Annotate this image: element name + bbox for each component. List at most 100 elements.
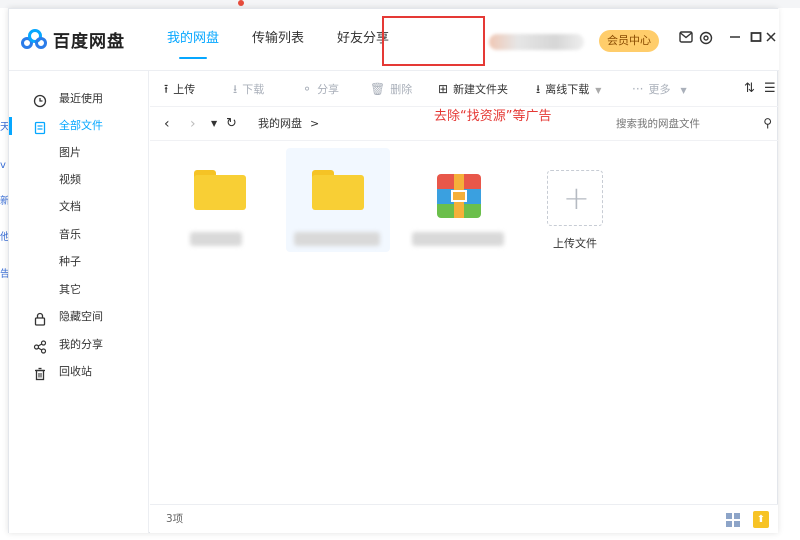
sidebar-item-docs[interactable]: 文档 (9, 194, 149, 220)
sidebar-item-all-files[interactable]: 全部文件 (9, 113, 149, 139)
cloud-logo-icon (21, 28, 47, 51)
desktop-top-strip (0, 0, 800, 8)
upload-file-card[interactable]: + (547, 170, 603, 226)
forward-arrow-icon[interactable]: › (190, 107, 196, 141)
sidebar-item-label: 文档 (59, 200, 81, 213)
search-box: ⚲ (616, 114, 776, 134)
background-fragment: 新 (0, 196, 8, 207)
share-button[interactable]: ⚬ 分享 (302, 71, 339, 107)
sidebar-item-images[interactable]: 图片 (9, 140, 149, 166)
logo[interactable]: 百度网盘 (21, 27, 125, 52)
upload-file-label: 上传文件 (553, 237, 597, 250)
history-dropdown-icon[interactable]: ▼ (211, 107, 217, 141)
file-grid: + 上传文件 (150, 142, 778, 504)
background-fragment: 天 (0, 122, 8, 133)
sidebar-item-videos[interactable]: 视频 (9, 167, 149, 193)
sidebar-item-label: 回收站 (59, 365, 92, 378)
file-item-folder[interactable] (286, 148, 390, 252)
more-label: 更多 (648, 83, 671, 96)
path-bar: ‹ › ▼ ↻ 我的网盘 > 去除“找资源”等广告 ⚲ (150, 107, 778, 141)
sidebar-item-recent[interactable]: 最近使用 (9, 86, 149, 112)
blurred-file-name (294, 232, 380, 246)
sidebar-item-music[interactable]: 音乐 (9, 222, 149, 248)
annotation-text: 去除“找资源”等广告 (434, 109, 552, 124)
list-view-icon[interactable]: ☰ (764, 71, 776, 107)
download-label: 下载 (242, 83, 265, 96)
search-icon[interactable]: ⚲ (763, 116, 772, 130)
sidebar-item-torrents[interactable]: 种子 (9, 249, 149, 275)
breadcrumb[interactable]: 我的网盘 (258, 107, 302, 141)
new-folder-button[interactable]: ⊞ 新建文件夹 (438, 71, 508, 107)
new-folder-icon: ⊞ (438, 82, 449, 96)
blurred-username[interactable] (489, 34, 584, 50)
sidebar-item-label: 我的分享 (59, 338, 103, 351)
back-arrow-icon[interactable]: ‹ (164, 107, 170, 141)
close-button[interactable] (761, 29, 781, 49)
vip-center-button[interactable]: 会员中心 (599, 30, 659, 52)
sidebar-item-label: 全部文件 (59, 119, 103, 132)
sidebar-item-label: 最近使用 (59, 92, 103, 105)
sidebar-item-label: 图片 (59, 146, 81, 159)
sidebar-item-label: 隐藏空间 (59, 310, 103, 323)
toolbar: ⭱ 上传 ⭳ 下载 ⚬ 分享 🗑 删除 ⊞ 新建文件夹 ⭳ 离线下载 ▼ ··· 更多 ▼ ⇅ ☰ (150, 71, 778, 107)
sidebar-item-label: 视频 (59, 173, 81, 186)
item-count: 3项 (166, 513, 184, 525)
upload-icon: ⭱ (164, 82, 169, 96)
sidebar-item-others[interactable]: 其它 (9, 277, 149, 303)
refresh-icon[interactable]: ↻ (226, 107, 237, 141)
download-icon: ⭳ (233, 82, 238, 96)
folder-icon (312, 170, 364, 210)
chevron-down-icon: ▼ (680, 86, 687, 95)
plus-icon: + (563, 179, 590, 217)
delete-button[interactable]: 🗑 删除 (370, 71, 412, 107)
offline-download-label: 离线下载 (545, 83, 590, 96)
file-item-folder[interactable] (168, 148, 272, 252)
sidebar-item-label: 音乐 (59, 228, 81, 241)
upload-to-top-icon[interactable]: ⬆ (753, 511, 769, 528)
delete-label: 删除 (390, 83, 413, 96)
archive-icon (437, 174, 481, 218)
sidebar-item-recycle-bin[interactable]: 回收站 (9, 359, 149, 385)
notification-dot (238, 0, 244, 6)
breadcrumb-separator: > (310, 117, 320, 130)
document-icon (33, 119, 47, 135)
share-icon (33, 338, 47, 354)
mail-icon[interactable] (677, 31, 695, 49)
upload-button[interactable]: ⭱ 上传 (164, 71, 195, 107)
share-label: 分享 (317, 83, 340, 96)
status-bar: 3项 ⬆ (150, 504, 778, 533)
sidebar-item-hidden-space[interactable]: 隐藏空间 (9, 304, 149, 330)
upload-label: 上传 (173, 83, 196, 96)
clock-icon (33, 92, 47, 108)
trash-icon: 🗑 (370, 82, 386, 96)
download-button[interactable]: ⭳ 下载 (233, 71, 264, 107)
background-fragment: v (0, 160, 6, 171)
removed-ad-highlight (382, 16, 485, 66)
new-folder-label: 新建文件夹 (453, 83, 509, 96)
tab-my-disk[interactable]: 我的网盘 (167, 9, 219, 71)
more-icon: ··· (632, 82, 644, 96)
lock-icon (33, 310, 47, 326)
background-fragment: 他 (0, 232, 8, 243)
grid-view-icon[interactable] (726, 513, 740, 527)
tab-transfer-list[interactable]: 传输列表 (252, 9, 304, 71)
blurred-file-name (412, 232, 504, 246)
search-input[interactable] (616, 114, 756, 134)
sidebar-item-my-shares[interactable]: 我的分享 (9, 332, 149, 358)
background-fragment: 告 (0, 269, 8, 280)
sort-icon[interactable]: ⇅ (744, 71, 755, 107)
header: 百度网盘 我的网盘 传输列表 好友分享 会员中心 (9, 9, 779, 71)
minimize-button[interactable] (725, 29, 745, 49)
folder-icon (194, 170, 246, 210)
chevron-down-icon: ▼ (595, 86, 602, 95)
trash-icon (33, 365, 47, 381)
sidebar-item-label: 种子 (59, 255, 81, 268)
app-window: 百度网盘 我的网盘 传输列表 好友分享 会员中心 最近使用 全部文件 图片 视频… (8, 8, 779, 533)
offline-download-button[interactable]: ⭳ 离线下载 ▼ (536, 71, 601, 107)
blurred-file-name (190, 232, 242, 246)
share-icon: ⚬ (302, 82, 313, 96)
more-button[interactable]: ··· 更多 ▼ (632, 71, 687, 107)
settings-icon[interactable] (697, 31, 715, 49)
sidebar-item-label: 其它 (59, 283, 81, 296)
download-icon: ⭳ (536, 82, 541, 96)
